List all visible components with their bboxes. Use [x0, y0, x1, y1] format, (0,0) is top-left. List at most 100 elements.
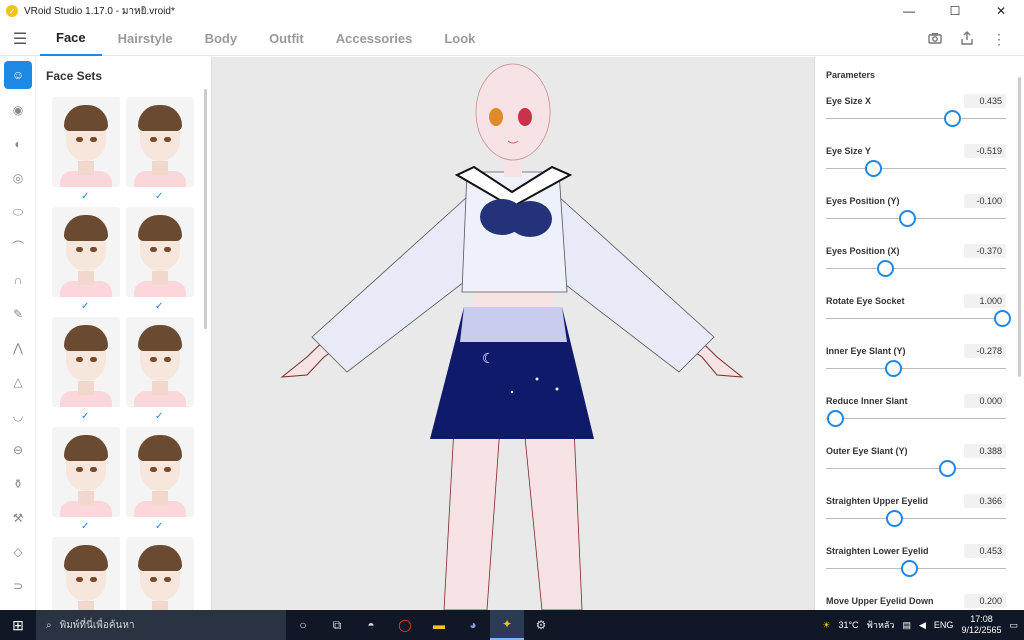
export-icon[interactable] — [960, 30, 974, 48]
eye-icon[interactable]: ◉ — [0, 93, 36, 127]
parameter-label: Inner Eye Slant (Y) — [826, 346, 906, 356]
category-rail: ☺ ◉ ◐ ◎ ⬭ ⌒ ∩ ✎ ⋀ △ ◡ ⊖ ⚱ ⚒ ◇ ⊃ — [0, 57, 36, 610]
slider-track[interactable] — [826, 468, 1006, 469]
parameter-value-field[interactable]: 0.435 — [964, 94, 1006, 108]
face-set-thumbnail[interactable]: ✓ — [126, 317, 194, 422]
bottle-icon[interactable]: ⚱ — [0, 467, 36, 501]
ear-shape-icon[interactable]: ∩ — [0, 263, 36, 297]
face-set-eye — [76, 357, 83, 362]
slider-thumb[interactable] — [938, 460, 956, 477]
mouth-icon[interactable]: ◡ — [0, 399, 36, 433]
slider-thumb[interactable] — [944, 110, 961, 127]
slider-track[interactable] — [826, 418, 1006, 419]
eyelash-icon[interactable]: ⋀ — [0, 331, 36, 365]
clock[interactable]: 17:08 9/12/2565 — [961, 614, 1001, 636]
face-set-thumbnail[interactable]: ✓ — [52, 207, 120, 312]
parameter-label: Move Upper Eyelid Down — [826, 596, 934, 606]
volume-icon[interactable]: ◀ — [919, 620, 926, 631]
slider-thumb[interactable] — [899, 210, 916, 227]
tab-accessories[interactable]: Accessories — [320, 22, 429, 56]
diamond-icon[interactable]: ◇ — [0, 535, 36, 569]
notification-icon[interactable]: ▭ — [1009, 620, 1018, 631]
lips-icon[interactable]: ⊖ — [0, 433, 36, 467]
face-set-thumbnail[interactable]: ✓ — [126, 207, 194, 312]
slider-thumb[interactable] — [994, 310, 1012, 327]
face-set-thumbnail[interactable] — [126, 537, 194, 610]
face-sets-scrollbar[interactable] — [204, 89, 207, 329]
wrench-icon[interactable]: ⚒ — [0, 501, 36, 535]
slider-track[interactable] — [826, 268, 1006, 269]
oval-icon[interactable]: ⬭ — [0, 195, 36, 229]
slider-thumb[interactable] — [884, 360, 902, 377]
edge-icon[interactable]: ◓ — [354, 610, 388, 640]
ear-icon[interactable]: ◐ — [0, 127, 36, 161]
parameter-label: Eyes Position (Y) — [826, 196, 900, 206]
parameter-value-field[interactable]: -0.278 — [964, 344, 1006, 358]
vroid-taskbar-icon[interactable]: ✦ — [490, 610, 524, 640]
opera-icon[interactable]: ◯ — [388, 610, 422, 640]
tab-outfit[interactable]: Outfit — [253, 22, 320, 56]
ear-side-icon[interactable]: ⊃ — [0, 569, 36, 603]
steam-icon[interactable]: ⚙ — [524, 610, 558, 640]
slider-track[interactable] — [826, 118, 1006, 119]
parameters-scrollbar[interactable] — [1018, 77, 1021, 377]
face-set-thumbnail[interactable]: ✓ — [52, 317, 120, 422]
more-vert-icon[interactable]: ⋮ — [992, 31, 1006, 48]
face-set-thumbnail[interactable] — [52, 537, 120, 610]
network-icon[interactable]: ▤ — [902, 620, 911, 631]
face-set-thumbnail[interactable]: ✓ — [52, 97, 120, 202]
tab-face[interactable]: Face — [40, 22, 102, 56]
face-icon[interactable]: ☺ — [4, 61, 32, 89]
slider-track[interactable] — [826, 318, 1006, 319]
face-set-thumbnail[interactable]: ✓ — [52, 427, 120, 532]
selected-check-icon: ✓ — [155, 521, 164, 532]
slider-track[interactable] — [826, 368, 1006, 369]
model-viewport[interactable]: ☾ — [212, 57, 814, 610]
parameter-value-field[interactable]: 0.388 — [964, 444, 1006, 458]
menu-icon[interactable]: ☰ — [0, 22, 40, 56]
tab-body[interactable]: Body — [189, 22, 254, 56]
window-title: VRoid Studio 1.17.0 - มาหยิ.vroid* — [24, 5, 175, 17]
slider-thumb[interactable] — [900, 560, 918, 577]
face-set-hair — [64, 545, 108, 571]
task-view-icon[interactable]: ⧉ — [320, 610, 354, 640]
eyebrow-icon[interactable]: ⌒ — [0, 229, 36, 263]
parameter-value-field[interactable]: -0.519 — [964, 144, 1006, 158]
slider-track[interactable] — [826, 168, 1006, 169]
parameter-value-field[interactable]: 0.366 — [964, 494, 1006, 508]
slider-thumb[interactable] — [827, 410, 844, 427]
taskbar-search[interactable]: ⌕ พิมพ์ที่นี่เพื่อค้นหา — [36, 610, 286, 640]
parameter-value-field[interactable]: 0.000 — [964, 394, 1006, 408]
eye-outline-icon[interactable]: ◎ — [0, 161, 36, 195]
face-sets-panel: Face Sets ✓ ✓ ✓ ✓ ✓ ✓ ✓ ✓ — [36, 57, 212, 610]
face-set-thumbnail[interactable]: ✓ — [126, 97, 194, 202]
slider-thumb[interactable] — [877, 260, 895, 277]
slider-thumb[interactable] — [864, 160, 882, 177]
parameter-label: Reduce Inner Slant — [826, 396, 908, 406]
face-set-hair — [138, 105, 182, 131]
nose-icon[interactable]: △ — [0, 365, 36, 399]
camera-icon[interactable] — [928, 31, 942, 47]
parameter-value-field[interactable]: -0.100 — [964, 194, 1006, 208]
face-sets-title: Face Sets — [46, 69, 103, 83]
minimize-button[interactable]: — — [886, 0, 932, 22]
language-indicator[interactable]: ENG — [934, 620, 954, 630]
tab-hairstyle[interactable]: Hairstyle — [102, 22, 189, 56]
parameter-value-field[interactable]: 1.000 — [964, 294, 1006, 308]
file-explorer-icon[interactable]: ▬ — [422, 610, 456, 640]
discord-icon[interactable]: ◕ — [456, 610, 490, 640]
slider-track[interactable] — [826, 218, 1006, 219]
tab-look[interactable]: Look — [428, 22, 491, 56]
brush-icon[interactable]: ✎ — [0, 297, 36, 331]
face-set-neck — [78, 161, 94, 175]
maximize-button[interactable]: ☐ — [932, 0, 978, 22]
parameter-value-field[interactable]: -0.370 — [964, 244, 1006, 258]
cortana-icon[interactable]: ○ — [286, 610, 320, 640]
windows-start-icon[interactable]: ⊞ — [0, 610, 36, 640]
close-button[interactable]: ✕ — [978, 0, 1024, 22]
slider-track[interactable] — [826, 518, 1006, 519]
parameter-value-field[interactable]: 0.453 — [964, 544, 1006, 558]
face-set-thumbnail[interactable]: ✓ — [126, 427, 194, 532]
slider-thumb[interactable] — [886, 510, 904, 527]
parameter-value-field[interactable]: 0.200 — [964, 594, 1006, 608]
